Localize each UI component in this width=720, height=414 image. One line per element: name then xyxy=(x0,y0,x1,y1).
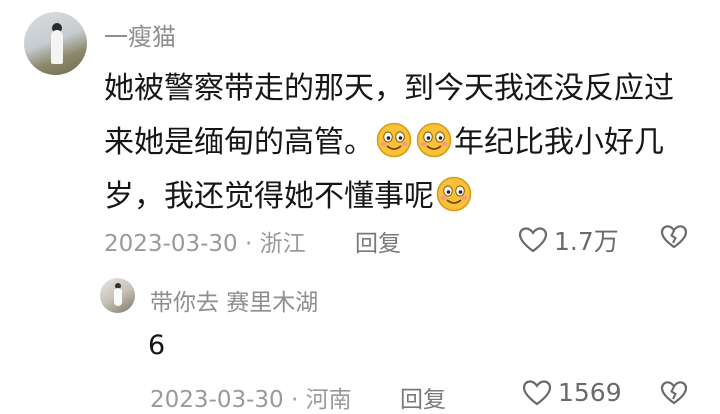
reply-like-button[interactable]: 1569 xyxy=(522,378,622,407)
commenter-avatar[interactable] xyxy=(24,12,87,75)
like-count: 1.7万 xyxy=(554,227,619,256)
reply-text: 6 xyxy=(148,330,166,361)
smiling-emoji-icon xyxy=(416,122,452,158)
heart-icon xyxy=(522,379,552,405)
broken-heart-icon[interactable] xyxy=(660,224,688,250)
replier-avatar[interactable] xyxy=(100,278,135,313)
comment-text: 她被警察带走的那天，到今天我还没反应过来她是缅甸的高管。 年纪比我小好几岁，我还觉… xyxy=(104,62,679,224)
avatar-figure-body xyxy=(51,30,63,64)
heart-icon xyxy=(518,227,548,253)
smiling-emoji-icon xyxy=(436,176,472,212)
replier-username[interactable]: 带你去 赛里木湖 xyxy=(150,283,318,317)
reply-date-location: 2023-03-30 · 河南 xyxy=(150,387,352,413)
reply-button[interactable]: 回复 xyxy=(355,224,401,258)
reply-reply-button[interactable]: 回复 xyxy=(400,380,446,414)
broken-heart-icon[interactable] xyxy=(660,380,688,406)
smiling-emoji-icon xyxy=(376,122,412,158)
reply-like-count: 1569 xyxy=(558,378,622,407)
commenter-username[interactable]: 一瘦猫 xyxy=(104,17,176,52)
comment-date-location: 2023-03-30 · 浙江 xyxy=(104,231,306,257)
like-button[interactable]: 1.7万 xyxy=(518,222,619,258)
avatar-figure-body xyxy=(114,288,122,306)
